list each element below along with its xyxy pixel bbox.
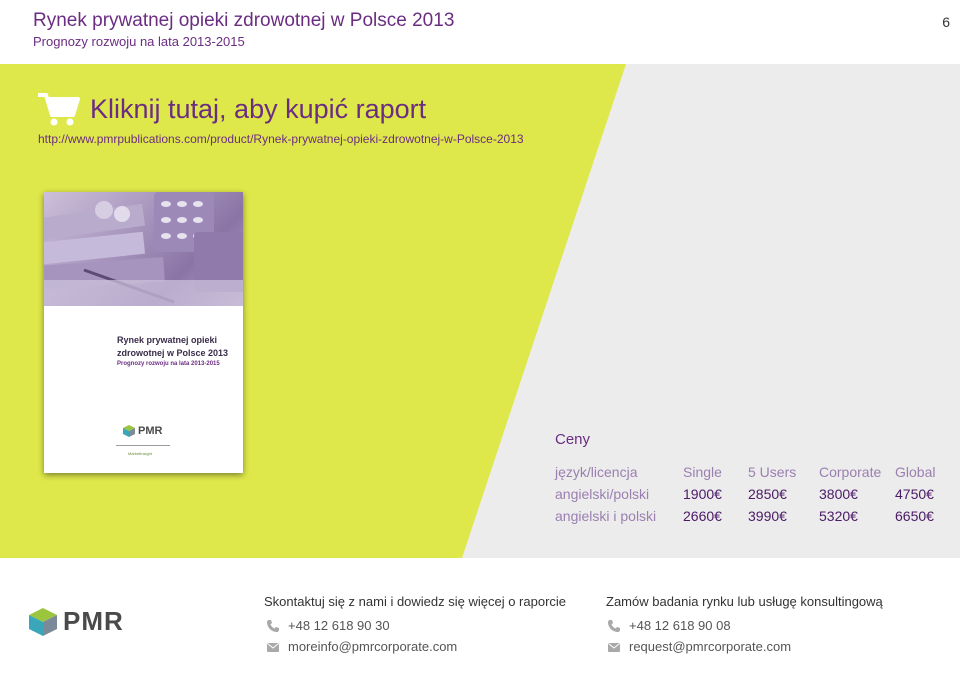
column-header: 5 Users [748, 464, 797, 480]
page-footer [0, 558, 960, 679]
phone-icon [267, 619, 279, 632]
table-cell: 2850€ [748, 486, 787, 502]
table-row: angielski i polski 2660€ 3990€ 5320€ 665… [555, 505, 945, 527]
cover-logo-text: PMR [138, 425, 163, 437]
pmr-logo-text: PMR [63, 606, 124, 636]
column-header: Single [683, 464, 722, 480]
table-cell: 1900€ [683, 486, 722, 502]
phone-number[interactable]: +48 12 618 90 30 [288, 618, 390, 633]
page-header: Rynek prywatnej opieki zdrowotnej w Pols… [0, 0, 960, 64]
cover-photo [44, 192, 243, 306]
table-cell: 2660€ [683, 508, 722, 524]
column-header: Corporate [819, 464, 882, 480]
shopping-cart-icon [38, 93, 80, 126]
cover-pmr-logo: PMR [123, 425, 162, 437]
table-cell: 4750€ [895, 486, 934, 502]
buy-report-label[interactable]: Kliknij tutaj, aby kupić raport [90, 94, 426, 125]
report-title: Rynek prywatnej opieki zdrowotnej w Pols… [33, 10, 455, 31]
contact-email-left[interactable]: moreinfo@pmrcorporate.com [266, 639, 457, 654]
pmr-cube-icon [29, 607, 57, 636]
contact-phone-right[interactable]: +48 12 618 90 08 [607, 618, 731, 633]
phone-number[interactable]: +48 12 618 90 08 [629, 618, 731, 633]
table-row: angielski/polski 1900€ 2850€ 3800€ 4750€ [555, 483, 945, 505]
column-header: język/licencja [555, 464, 638, 480]
contact-heading-left: Skontaktuj się z nami i dowiedz się więc… [264, 594, 567, 609]
table-cell: 6650€ [895, 508, 934, 524]
report-subtitle: Prognozy rozwoju na lata 2013-2015 [33, 34, 245, 49]
contact-email-right[interactable]: request@pmrcorporate.com [607, 639, 791, 654]
table-cell: 3800€ [819, 486, 858, 502]
table-cell: 5320€ [819, 508, 858, 524]
page-number: 6 [942, 14, 950, 30]
phone-icon [608, 619, 620, 632]
table-cell: angielski i polski [555, 508, 657, 524]
cover-title: Rynek prywatnej opieki zdrowotnej w Pols… [117, 335, 229, 358]
prices-heading: Ceny [555, 431, 591, 448]
report-cover-image: Rynek prywatnej opieki zdrowotnej w Pols… [44, 192, 243, 473]
cover-subtitle: Prognozy rozwoju na lata 2013-2015 [117, 361, 220, 367]
column-header: Global [895, 464, 936, 480]
contact-phone-left[interactable]: +48 12 618 90 30 [266, 618, 390, 633]
email-address[interactable]: moreinfo@pmrcorporate.com [288, 639, 457, 654]
pmr-logo: PMR [29, 606, 124, 637]
price-table-header: język/licencja Single 5 Users Corporate … [555, 461, 945, 483]
contact-heading-right: Zamów badania rynku lub usługę konsultin… [606, 594, 883, 609]
pmr-cube-icon [123, 425, 135, 437]
table-cell: 3990€ [748, 508, 787, 524]
product-url-link[interactable]: http://www.pmrpublications.com/product/R… [38, 132, 524, 146]
cover-partner-logo: MarketInsight [128, 451, 153, 456]
cover-divider [116, 445, 170, 446]
table-cell: angielski/polski [555, 486, 650, 502]
envelope-icon [608, 642, 620, 652]
email-address[interactable]: request@pmrcorporate.com [629, 639, 791, 654]
price-table: język/licencja Single 5 Users Corporate … [555, 461, 945, 527]
buy-report-link[interactable]: Kliknij tutaj, aby kupić raport [38, 91, 426, 127]
envelope-icon [267, 642, 279, 652]
